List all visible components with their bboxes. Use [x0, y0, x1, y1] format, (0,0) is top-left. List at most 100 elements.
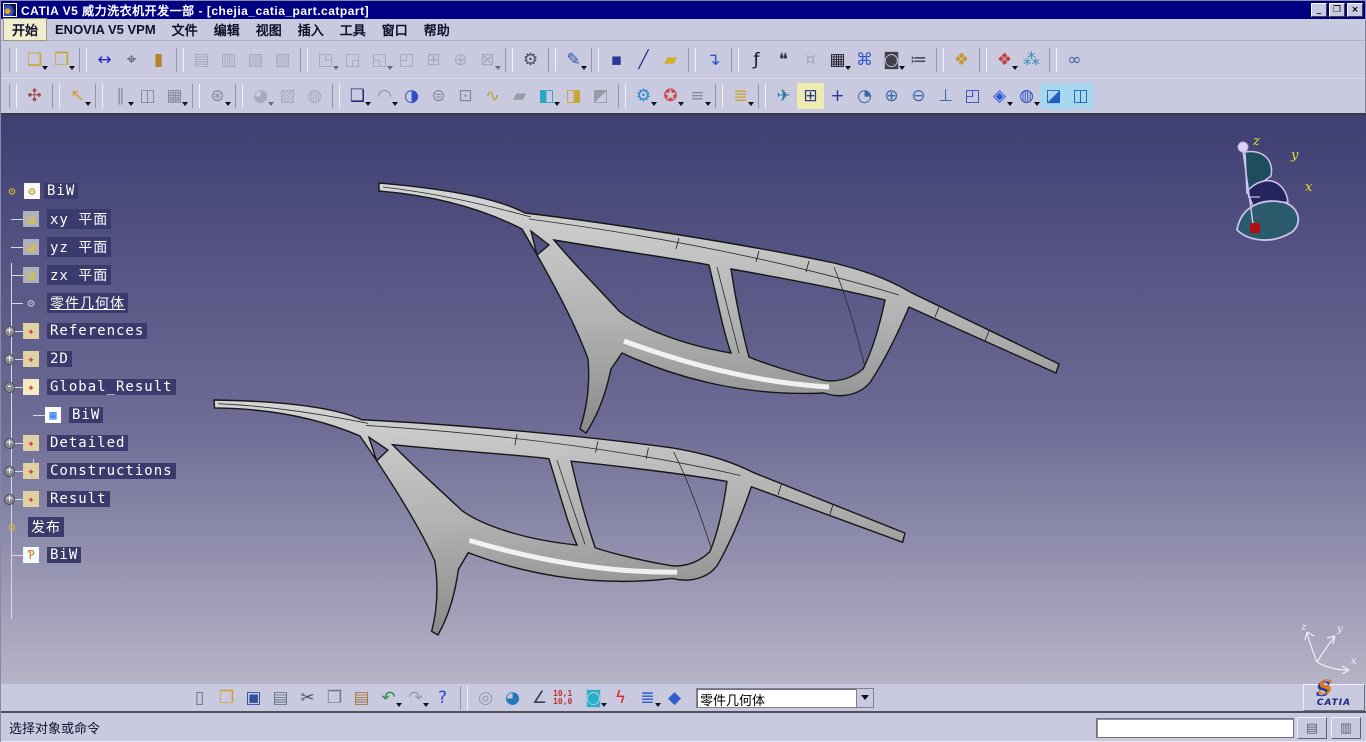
cylinder-icon[interactable]: ⊜: [425, 83, 452, 109]
snap-icon[interactable]: ⊛: [204, 83, 231, 109]
undo-icon[interactable]: ↶: [375, 686, 402, 710]
blend-icon[interactable]: ◧: [533, 83, 560, 109]
menu-start[interactable]: 开始: [3, 18, 47, 41]
zoom-out-icon[interactable]: ⊖: [905, 83, 932, 109]
tree-expander[interactable]: +: [4, 438, 15, 449]
bounding-box-icon[interactable]: ⊠: [474, 47, 501, 73]
mask-analysis-icon[interactable]: ✪: [657, 83, 684, 109]
tree-node-label[interactable]: xy 平面: [47, 209, 111, 229]
menu-insert[interactable]: 插入: [290, 19, 332, 40]
lock-icon[interactable]: ◙: [878, 47, 905, 73]
tree-node-label[interactable]: Global_Result: [47, 379, 176, 395]
open-icon[interactable]: ❐: [213, 686, 240, 710]
redo-icon[interactable]: ↷: [402, 686, 429, 710]
save-icon[interactable]: ▣: [240, 686, 267, 710]
menu-window[interactable]: 窗口: [374, 19, 416, 40]
open-in-session-icon[interactable]: ❏: [21, 47, 48, 73]
multi-view-icon[interactable]: ◰: [959, 83, 986, 109]
volume-icon-5[interactable]: ⊞: [420, 47, 447, 73]
offset-icon[interactable]: ⊡: [452, 83, 479, 109]
measure-inertia-icon[interactable]: ▮: [145, 47, 172, 73]
catalog-multi-icon[interactable]: ⁂: [1018, 47, 1045, 73]
design-table-icon[interactable]: ▦: [824, 47, 851, 73]
tree-node-label[interactable]: 零件几何体: [47, 293, 128, 313]
volume-icon-2[interactable]: ◲: [339, 47, 366, 73]
tree-node-icon[interactable]: ◪: [23, 211, 39, 227]
depth-effect-icon-3[interactable]: ▧: [242, 47, 269, 73]
catalog-browser-icon[interactable]: ↴: [700, 47, 727, 73]
fly-mode-icon[interactable]: ✈: [770, 83, 797, 109]
tree-node-icon[interactable]: ⚙: [23, 295, 39, 311]
3d-viewport[interactable]: ⚙ ⚙ BiW ◪ xy 平面 ◪: [1, 113, 1366, 684]
whats-this-icon[interactable]: ?: [429, 686, 456, 710]
update-gears-icon[interactable]: ⚙: [630, 83, 657, 109]
tree-node-icon[interactable]: ✦: [23, 463, 39, 479]
open-with-links-icon[interactable]: ❐: [48, 47, 75, 73]
tree-node-icon[interactable]: ✦: [23, 323, 39, 339]
tree-node-icon[interactable]: ✦: [23, 379, 39, 395]
rotate-icon[interactable]: ◔: [851, 83, 878, 109]
structure-tree-icon[interactable]: ≡: [684, 83, 711, 109]
surfaces-stack-icon[interactable]: ≣: [727, 83, 754, 109]
tree-node-label[interactable]: yz 平面: [47, 237, 111, 257]
instantiate-icon[interactable]: ∥: [107, 83, 134, 109]
command-input[interactable]: [1096, 718, 1294, 738]
relations-icon[interactable]: ⌘: [851, 47, 878, 73]
measure-item-icon[interactable]: ⌖: [118, 47, 145, 73]
iso-view-icon[interactable]: ◈: [986, 83, 1013, 109]
trim-icon[interactable]: ◩: [587, 83, 614, 109]
menu-view[interactable]: 视图: [248, 19, 290, 40]
padlock-small-icon[interactable]: ¤: [797, 47, 824, 73]
tree-node-label[interactable]: Result: [47, 491, 110, 507]
fill-icon[interactable]: ▰: [506, 83, 533, 109]
combo-dropdown-button[interactable]: [856, 689, 873, 707]
bolt-lightning-icon[interactable]: ϟ: [607, 686, 634, 710]
tree-expander[interactable]: +: [4, 326, 15, 337]
equivalent-dimensions-icon[interactable]: ≔: [905, 47, 932, 73]
cut-icon[interactable]: ✂: [294, 686, 321, 710]
axis-target-icon[interactable]: ⊕: [447, 47, 474, 73]
sew-surface-icon[interactable]: ◨: [560, 83, 587, 109]
zoom-in-icon[interactable]: ⊕: [878, 83, 905, 109]
catalog-book-icon[interactable]: ◆: [661, 686, 688, 710]
tree-node-label[interactable]: BiW: [44, 183, 78, 199]
tree-node-label[interactable]: References: [47, 323, 147, 339]
new-document-icon[interactable]: ▯: [186, 686, 213, 710]
knowledge-values-icon[interactable]: 10,1 10,0: [553, 686, 580, 710]
hide-show-icon[interactable]: ◪: [1040, 83, 1067, 109]
tree-node-label[interactable]: Constructions: [47, 463, 176, 479]
tree-node-label[interactable]: BiW: [47, 547, 81, 563]
catalog-yellow-icon[interactable]: ❖: [948, 47, 975, 73]
copy-icon[interactable]: ❐: [321, 686, 348, 710]
volume-icon-4[interactable]: ◰: [393, 47, 420, 73]
comment-icon[interactable]: ❝: [770, 47, 797, 73]
tree-expander[interactable]: +: [4, 354, 15, 365]
link-parts-icon[interactable]: ∞: [1061, 47, 1088, 73]
line-icon[interactable]: ╱: [630, 47, 657, 73]
catalog-red-icon[interactable]: ❖: [991, 47, 1018, 73]
sphere-gray-icon[interactable]: ◕: [247, 83, 274, 109]
print-icon[interactable]: ▤: [267, 686, 294, 710]
statusbar-button-2[interactable]: ▥: [1331, 717, 1361, 739]
machining-icon[interactable]: ◙: [580, 686, 607, 710]
menu-edit[interactable]: 编辑: [206, 19, 248, 40]
menu-file[interactable]: 文件: [164, 19, 206, 40]
render-style-icon[interactable]: ◍: [1013, 83, 1040, 109]
axis-system-icon[interactable]: ∠: [526, 686, 553, 710]
minimize-button[interactable]: _: [1311, 3, 1327, 17]
sweep-icon[interactable]: ∿: [479, 83, 506, 109]
pan-icon[interactable]: +: [824, 83, 851, 109]
plane-tool-icon[interactable]: ▰: [657, 47, 684, 73]
volume-icon-1[interactable]: ◳: [312, 47, 339, 73]
tree-expander[interactable]: +: [4, 466, 15, 477]
tree-node-label[interactable]: BiW: [69, 407, 103, 423]
depth-effect-icon-4[interactable]: ▨: [269, 47, 296, 73]
visible-space-icon[interactable]: ◫: [1067, 83, 1094, 109]
normal-view-icon[interactable]: ⊥: [932, 83, 959, 109]
settings-gear-icon[interactable]: ⚙: [517, 47, 544, 73]
tree-node-icon[interactable]: ✦: [23, 491, 39, 507]
paste-icon[interactable]: ▤: [348, 686, 375, 710]
depth-effect-icon-2[interactable]: ▥: [215, 47, 242, 73]
tree-node-icon[interactable]: ◪: [23, 267, 39, 283]
tree-node-label[interactable]: 2D: [47, 351, 72, 367]
